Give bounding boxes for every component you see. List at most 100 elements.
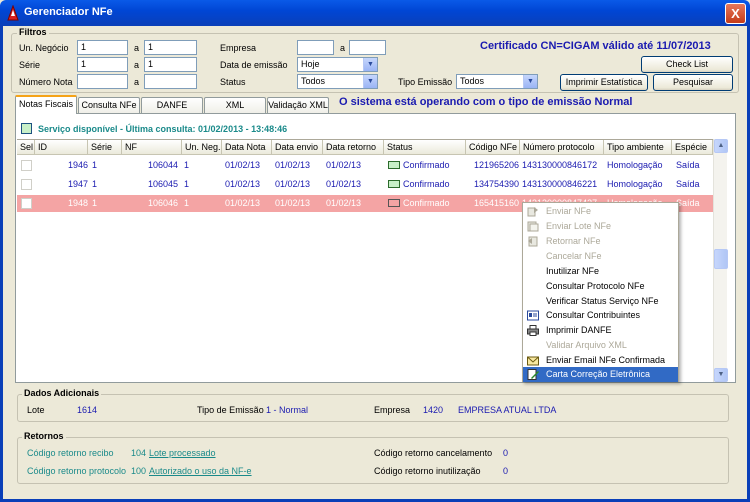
- table-row[interactable]: 1946 1 106044 1 01/02/13 01/02/13 01/02/…: [17, 157, 713, 174]
- tipo-emissao-info-label: Tipo de Emissão: [197, 405, 264, 415]
- tab-consulta-nfe[interactable]: Consulta NFe: [78, 97, 140, 113]
- scroll-down-button[interactable]: ▼: [714, 368, 728, 382]
- cell-codigo-nfe: 165415160: [473, 198, 519, 208]
- cell-nf: 106045: [147, 179, 178, 189]
- un-negocio-label: Un. Negócio: [19, 43, 69, 53]
- chevron-down-icon[interactable]: ▼: [363, 75, 377, 88]
- data-emissao-select[interactable]: Hoje ▼: [297, 57, 378, 72]
- column-header-data-retorno[interactable]: Data retorno: [323, 140, 384, 155]
- empresa-from-input[interactable]: [297, 40, 334, 55]
- tab-notas-fiscais[interactable]: Notas Fiscais: [15, 95, 77, 114]
- menu-item-validar-xml[interactable]: Validar Arquivo XML: [523, 338, 678, 353]
- menu-item-enviar-email[interactable]: Enviar Email NFe Confirmada: [523, 353, 678, 368]
- menu-item-cancelar-nfe[interactable]: Cancelar NFe: [523, 249, 678, 264]
- cell-data-nota: 01/02/13: [225, 179, 261, 189]
- column-header-id[interactable]: ID: [35, 140, 88, 155]
- empresa-to-input[interactable]: [349, 40, 386, 55]
- menu-item-label: Enviar NFe: [546, 206, 592, 216]
- tipo-emissao-label: Tipo Emissão: [398, 77, 453, 87]
- menu-item-enviar-nfe[interactable]: Enviar NFe: [523, 204, 678, 219]
- cell-especie: Saída: [676, 160, 700, 170]
- menu-item-label: Enviar Lote NFe: [546, 221, 612, 231]
- status-select[interactable]: Todos ▼: [297, 74, 378, 89]
- retornos-group: [17, 437, 729, 484]
- menu-item-carta-correcao[interactable]: Carta Correção Eletrônica: [523, 367, 678, 382]
- column-header-codigo-nfe[interactable]: Código NFe: [466, 140, 520, 155]
- column-header-serie[interactable]: Série: [88, 140, 122, 155]
- contact-card-icon: [527, 310, 539, 321]
- filters-legend: Filtros: [17, 27, 49, 37]
- cell-serie: 1: [92, 179, 98, 189]
- un-negocio-from-input[interactable]: 1: [77, 40, 128, 55]
- menu-item-enviar-lote-nfe[interactable]: Enviar Lote NFe: [523, 219, 678, 234]
- tab-validacao-xml[interactable]: Validação XML: [267, 97, 329, 113]
- row-select-checkbox[interactable]: [21, 179, 32, 190]
- empresa-a-label: a: [340, 43, 346, 53]
- imprimir-estatistica-button[interactable]: Imprimir Estatística: [560, 74, 648, 91]
- close-button[interactable]: X: [725, 3, 746, 24]
- retorno-protocolo-link[interactable]: Autorizado o uso da NF-e: [149, 466, 252, 476]
- column-header-numero-protocolo[interactable]: Número protocolo: [520, 140, 604, 155]
- scroll-thumb[interactable]: [714, 249, 728, 269]
- menu-item-inutilizar-nfe[interactable]: Inutilizar NFe: [523, 264, 678, 279]
- dados-adicionais-legend: Dados Adicionais: [22, 388, 102, 398]
- table-row[interactable]: 1947 1 106045 1 01/02/13 01/02/13 01/02/…: [17, 176, 713, 193]
- status-label: Status: [220, 77, 246, 87]
- menu-item-consultar-protocolo[interactable]: Consultar Protocolo NFe: [523, 279, 678, 294]
- serie-to-input[interactable]: 1: [144, 57, 197, 72]
- cell-data-retorno: 01/02/13: [326, 179, 362, 189]
- menu-item-retornar-nfe[interactable]: Retornar NFe: [523, 234, 678, 249]
- check-list-button[interactable]: Check List: [641, 56, 733, 73]
- tipo-emissao-info-value: 1 - Normal: [266, 405, 309, 415]
- cell-status: Confirmado: [388, 176, 464, 193]
- emission-status-message: O sistema está operando com o tipo de em…: [339, 96, 633, 108]
- cell-codigo-nfe: 134754390: [473, 179, 519, 189]
- scroll-up-button[interactable]: ▲: [714, 139, 728, 153]
- cell-protocolo: 143130000846221: [522, 179, 598, 189]
- retorno-recibo-link[interactable]: Lote processado: [149, 448, 216, 458]
- column-header-data-envio[interactable]: Data envio: [272, 140, 323, 155]
- row-select-checkbox[interactable]: [21, 160, 32, 171]
- column-header-nf[interactable]: NF: [122, 140, 182, 155]
- retornos-legend: Retornos: [22, 431, 66, 441]
- data-emissao-value: Hoje: [301, 59, 320, 69]
- chevron-down-icon[interactable]: ▼: [363, 58, 377, 71]
- send-icon: [527, 207, 538, 217]
- tipo-emissao-select[interactable]: Todos ▼: [456, 74, 538, 89]
- row-select-checkbox[interactable]: [21, 198, 32, 209]
- menu-item-verificar-status[interactable]: Verificar Status Serviço NFe: [523, 294, 678, 309]
- menu-item-label: Retornar NFe: [546, 236, 601, 246]
- status-text: Confirmado: [403, 160, 450, 170]
- menu-item-label: Imprimir DANFE: [546, 325, 612, 335]
- chevron-down-icon[interactable]: ▼: [523, 75, 537, 88]
- numero-to-input[interactable]: [144, 74, 197, 89]
- column-header-data-nota[interactable]: Data Nota: [222, 140, 272, 155]
- cell-status: Confirmado: [388, 157, 464, 174]
- column-header-un-neg[interactable]: Un. Neg.: [182, 140, 222, 155]
- empresa-code: 1420: [423, 405, 444, 415]
- retorno-protocolo-code: 100: [131, 466, 147, 476]
- grid-vertical-scrollbar[interactable]: ▲ ▼: [713, 139, 728, 382]
- column-header-especie[interactable]: Espécie: [672, 140, 713, 155]
- pesquisar-button[interactable]: Pesquisar: [653, 74, 733, 91]
- numero-from-input[interactable]: [77, 74, 128, 89]
- retorno-inutilizacao-label: Código retorno inutilização: [374, 466, 481, 476]
- app-icon: [7, 5, 19, 21]
- menu-item-imprimir-danfe[interactable]: Imprimir DANFE: [523, 323, 678, 338]
- column-header-status[interactable]: Status: [384, 140, 466, 155]
- cell-serie: 1: [92, 160, 98, 170]
- tab-xml[interactable]: XML: [204, 97, 266, 113]
- dados-adicionais-group: [17, 394, 729, 422]
- column-header-tipo-ambiente[interactable]: Tipo ambiente: [604, 140, 672, 155]
- tab-danfe[interactable]: DANFE: [141, 97, 203, 113]
- cell-serie: 1: [92, 198, 98, 208]
- column-header-sel[interactable]: Sel: [17, 140, 35, 155]
- menu-item-label: Consultar Contribuintes: [546, 310, 641, 320]
- menu-item-consultar-contribuintes[interactable]: Consultar Contribuintes: [523, 308, 678, 323]
- un-negocio-to-input[interactable]: 1: [144, 40, 197, 55]
- serie-from-input[interactable]: 1: [77, 57, 128, 72]
- cell-ambiente: Homologação: [607, 160, 663, 170]
- context-menu: Enviar NFe Enviar Lote NFe Retornar NFe …: [522, 202, 679, 382]
- certificate-info: Certificado CN=CIGAM válido até 11/07/20…: [480, 40, 711, 52]
- empresa-info-label: Empresa: [374, 405, 411, 415]
